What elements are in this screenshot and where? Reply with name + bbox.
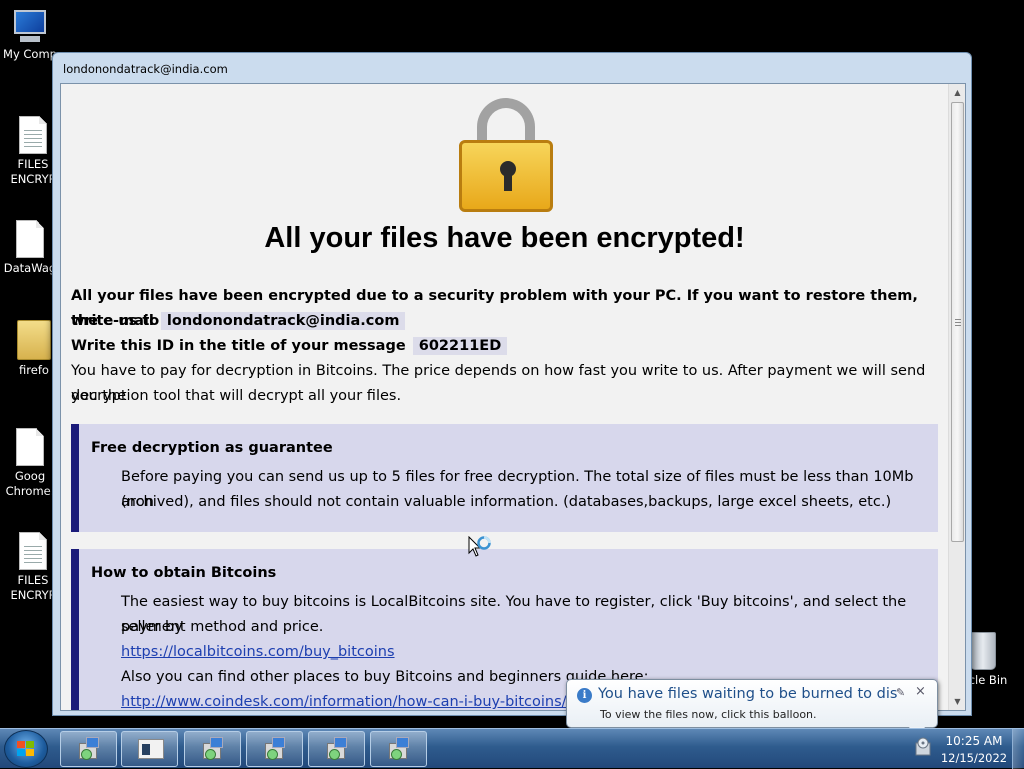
- clock-time[interactable]: 10:25 AM: [944, 734, 1004, 748]
- installer-icon: [389, 737, 411, 761]
- email-prefix: the e-mail: [71, 313, 154, 329]
- window-title: londonondatrack@india.com: [63, 62, 228, 76]
- balloon-options-icon[interactable]: ✎: [896, 686, 905, 699]
- scroll-up-arrow-icon[interactable]: ▲: [949, 84, 965, 101]
- balloon-text: To view the files now, click this balloo…: [600, 708, 817, 721]
- contact-email[interactable]: londonondatrack@india.com: [160, 312, 406, 330]
- ransom-note-window[interactable]: londonondatrack@india.com All your files…: [52, 52, 972, 716]
- busy-cursor-icon: [468, 535, 498, 562]
- disc-burning-tray-icon[interactable]: [914, 737, 932, 757]
- installer-icon: [265, 737, 287, 761]
- start-button[interactable]: [4, 730, 48, 768]
- desktop-icon-label: DataWag: [3, 261, 57, 275]
- text-file-icon: [19, 116, 47, 154]
- windows-logo-icon: [17, 741, 35, 757]
- desktop: My Comp FILES ENCRYP DataWag firefo Goog…: [0, 0, 1024, 728]
- coindesk-link[interactable]: http://www.coindesk.com/information/how-…: [121, 690, 567, 710]
- id-line: Write this ID in the title of your messa…: [71, 334, 939, 359]
- balloon-close-icon[interactable]: ×: [915, 684, 926, 699]
- localbitcoins-link[interactable]: https://localbitcoins.com/buy_bitcoins: [121, 640, 395, 665]
- show-desktop-button[interactable]: [1012, 729, 1024, 769]
- bitcoins-title: How to obtain Bitcoins: [91, 565, 277, 581]
- note-content: All your files have been encrypted! All …: [61, 84, 948, 710]
- balloon-title: You have files waiting to be burned to d…: [598, 686, 898, 702]
- bitcoins-line-2: payment method and price.: [121, 619, 324, 635]
- padlock-icon: [459, 98, 553, 212]
- guarantee-line-2: archived), and files should not contain …: [121, 494, 892, 510]
- taskbar-button-installer-2[interactable]: [184, 731, 241, 767]
- clock-date[interactable]: 12/15/2022: [940, 751, 1008, 765]
- taskbar-button-installer-4[interactable]: [308, 731, 365, 767]
- vertical-scrollbar[interactable]: ▲ ▼: [948, 84, 965, 710]
- guarantee-title: Free decryption as guarantee: [91, 440, 333, 456]
- taskbar-button-installer-3[interactable]: [246, 731, 303, 767]
- scroll-down-arrow-icon[interactable]: ▼: [949, 693, 965, 710]
- info-icon: i: [577, 688, 592, 703]
- folder-icon: [17, 320, 51, 360]
- desktop-icon-my-computer[interactable]: My Comp: [0, 10, 60, 62]
- page-title: All your files have been encrypted!: [264, 222, 745, 254]
- desktop-icon-google-chrome[interactable]: Goog Chrome.: [0, 428, 60, 499]
- id-prefix: Write this ID in the title of your messa…: [71, 338, 406, 354]
- desktop-icon-label: My Comp: [3, 47, 57, 61]
- taskbar-button-installer-5[interactable]: [370, 731, 427, 767]
- taskbar: 10:25 AM 12/15/2022: [0, 728, 1024, 769]
- file-icon: [16, 428, 44, 466]
- text-file-icon: [19, 532, 47, 570]
- installer-icon: [79, 737, 101, 761]
- desktop-icon-label: Goog Chrome.: [5, 469, 55, 498]
- intro-line-2: the e-mail londonondatrack@india.com: [71, 309, 939, 334]
- notification-balloon[interactable]: i You have files waiting to be burned to…: [566, 679, 938, 728]
- victim-id[interactable]: 602211ED: [412, 337, 508, 355]
- recycle-bin-icon: [970, 632, 996, 670]
- window-body: All your files have been encrypted! All …: [60, 83, 966, 711]
- payment-text-2: decryption tool that will decrypt all yo…: [71, 388, 402, 404]
- taskbar-button-window[interactable]: [121, 731, 178, 767]
- installer-icon: [327, 737, 349, 761]
- computer-icon: [10, 10, 50, 44]
- taskbar-button-installer-1[interactable]: [60, 731, 117, 767]
- scroll-thumb[interactable]: [951, 102, 964, 542]
- file-icon: [16, 220, 44, 258]
- desktop-icon-datawag[interactable]: DataWag: [0, 220, 60, 276]
- window-icon: [138, 739, 164, 759]
- window-title-bar[interactable]: londonondatrack@india.com: [53, 53, 971, 83]
- installer-icon: [203, 737, 225, 761]
- guarantee-box: Free decryption as guarantee Before payi…: [71, 424, 938, 532]
